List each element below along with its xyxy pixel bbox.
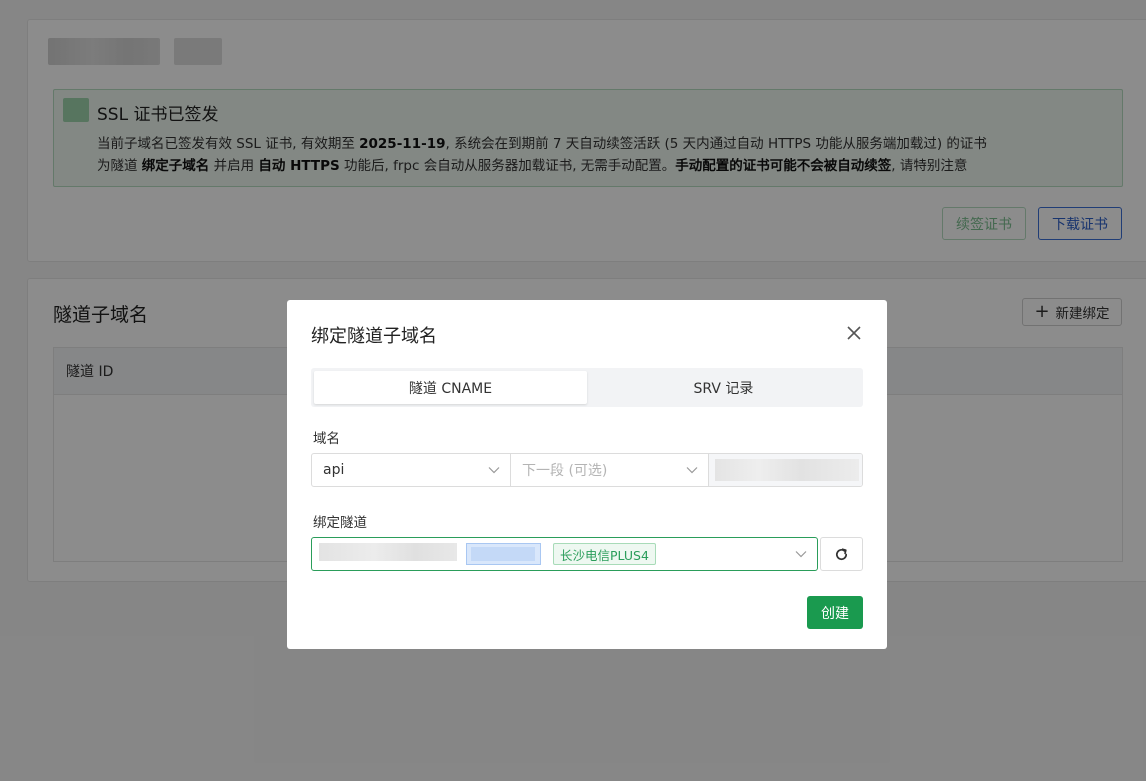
- record-type-tabs: 隧道 CNAME SRV 记录: [311, 368, 863, 407]
- domain-label: 域名: [313, 431, 340, 447]
- redacted-domain-suffix: [715, 459, 859, 481]
- next-segment-placeholder: 下一段 (可选): [522, 463, 608, 479]
- subdomain-value: api: [323, 462, 345, 478]
- modal-title: 绑定隧道子域名: [311, 326, 437, 347]
- redacted-tunnel-tag: [466, 543, 541, 565]
- chevron-down-icon: [795, 551, 807, 558]
- domain-suffix: [709, 454, 862, 486]
- redacted-tunnel-name: [319, 543, 457, 561]
- subdomain-select[interactable]: api: [312, 454, 511, 486]
- next-segment-select[interactable]: 下一段 (可选): [511, 454, 709, 486]
- chevron-down-icon: [488, 467, 500, 474]
- refresh-tunnels-button[interactable]: [820, 537, 863, 571]
- tab-cname[interactable]: 隧道 CNAME: [314, 371, 587, 404]
- tunnel-select[interactable]: 长沙电信PLUS4: [311, 537, 818, 571]
- close-icon[interactable]: [844, 323, 864, 343]
- chevron-down-icon: [686, 467, 698, 474]
- domain-input-group: api 下一段 (可选): [311, 453, 863, 487]
- create-button[interactable]: 创建: [807, 596, 863, 629]
- refresh-icon: [835, 547, 848, 560]
- node-tag: 长沙电信PLUS4: [553, 543, 656, 565]
- tab-srv[interactable]: SRV 记录: [587, 371, 860, 404]
- tunnel-label: 绑定隧道: [313, 515, 367, 531]
- bind-subdomain-modal: 绑定隧道子域名 隧道 CNAME SRV 记录 域名 api 下一段 (可选) …: [287, 300, 887, 649]
